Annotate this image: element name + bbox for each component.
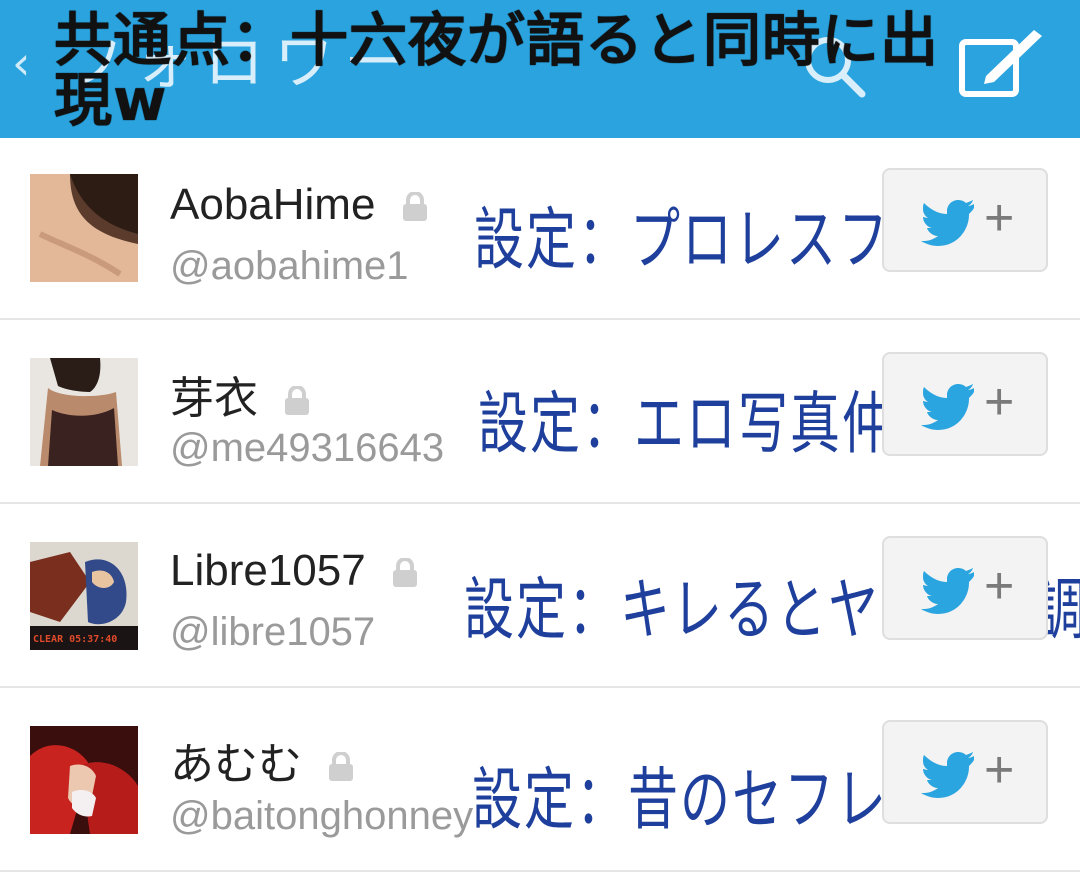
user-handle: @me49316643 [170,426,445,470]
display-name-text: Libre1057 [170,546,366,595]
user-row[interactable]: あむむ @baitonghonney 設定：昔のセフレ + [0,690,1080,872]
user-display-name: AobaHime [170,180,428,230]
avatar[interactable] [30,726,138,834]
app-screen: ‹ フォロワー 共通点：十六夜が語ると同時に出現w AobaHime @aoba… [0,0,1080,876]
display-name-text: AobaHime [170,180,376,229]
display-name-text: あむむ [170,740,302,789]
lock-icon [285,386,310,416]
follow-button[interactable]: + [882,352,1048,456]
overlay-caption: 共通点：十六夜が語ると同時に出現w [54,6,940,134]
user-handle: @aobahime1 [170,244,409,288]
user-display-name: あむむ [170,728,354,792]
lock-icon [402,192,427,222]
top-app-bar: ‹ フォロワー 共通点：十六夜が語ると同時に出現w [0,0,1080,138]
handwritten-note: 設定：昔のセフレ [472,760,888,840]
twitter-bird-icon [921,384,974,430]
follow-button[interactable]: + [882,168,1048,272]
user-handle: @baitonghonney [170,794,474,838]
avatar[interactable] [30,174,138,282]
user-row[interactable]: CLEAR 05:37:40 Libre1057 @libre1057 設定：キ… [0,506,1080,688]
avatar[interactable]: CLEAR 05:37:40 [30,542,138,650]
twitter-bird-icon [921,200,974,246]
twitter-bird-icon [921,752,974,798]
display-name-text: 芽衣 [170,374,258,423]
user-handle: @libre1057 [170,610,376,654]
lock-icon [392,558,417,588]
user-row[interactable]: 芽衣 @me49316643 設定：エロ写真仲間 + [0,322,1080,504]
lock-icon [329,752,354,782]
follow-button[interactable]: + [882,536,1048,640]
avatar-caption-text: CLEAR 05:37:40 [33,634,117,645]
user-row[interactable]: AobaHime @aobahime1 設定：プロレスファン + [0,138,1080,320]
user-display-name: 芽衣 [170,362,310,426]
follow-button[interactable]: + [882,720,1048,824]
back-chevron-icon[interactable]: ‹ [12,38,30,88]
plus-icon: + [984,741,1015,799]
twitter-bird-icon [921,568,974,614]
handwritten-note: 設定：エロ写真仲間 [478,384,946,464]
plus-icon: + [984,557,1015,615]
user-display-name: Libre1057 [170,546,418,596]
plus-icon: + [984,189,1015,247]
avatar[interactable] [30,358,138,466]
plus-icon: + [984,373,1015,431]
